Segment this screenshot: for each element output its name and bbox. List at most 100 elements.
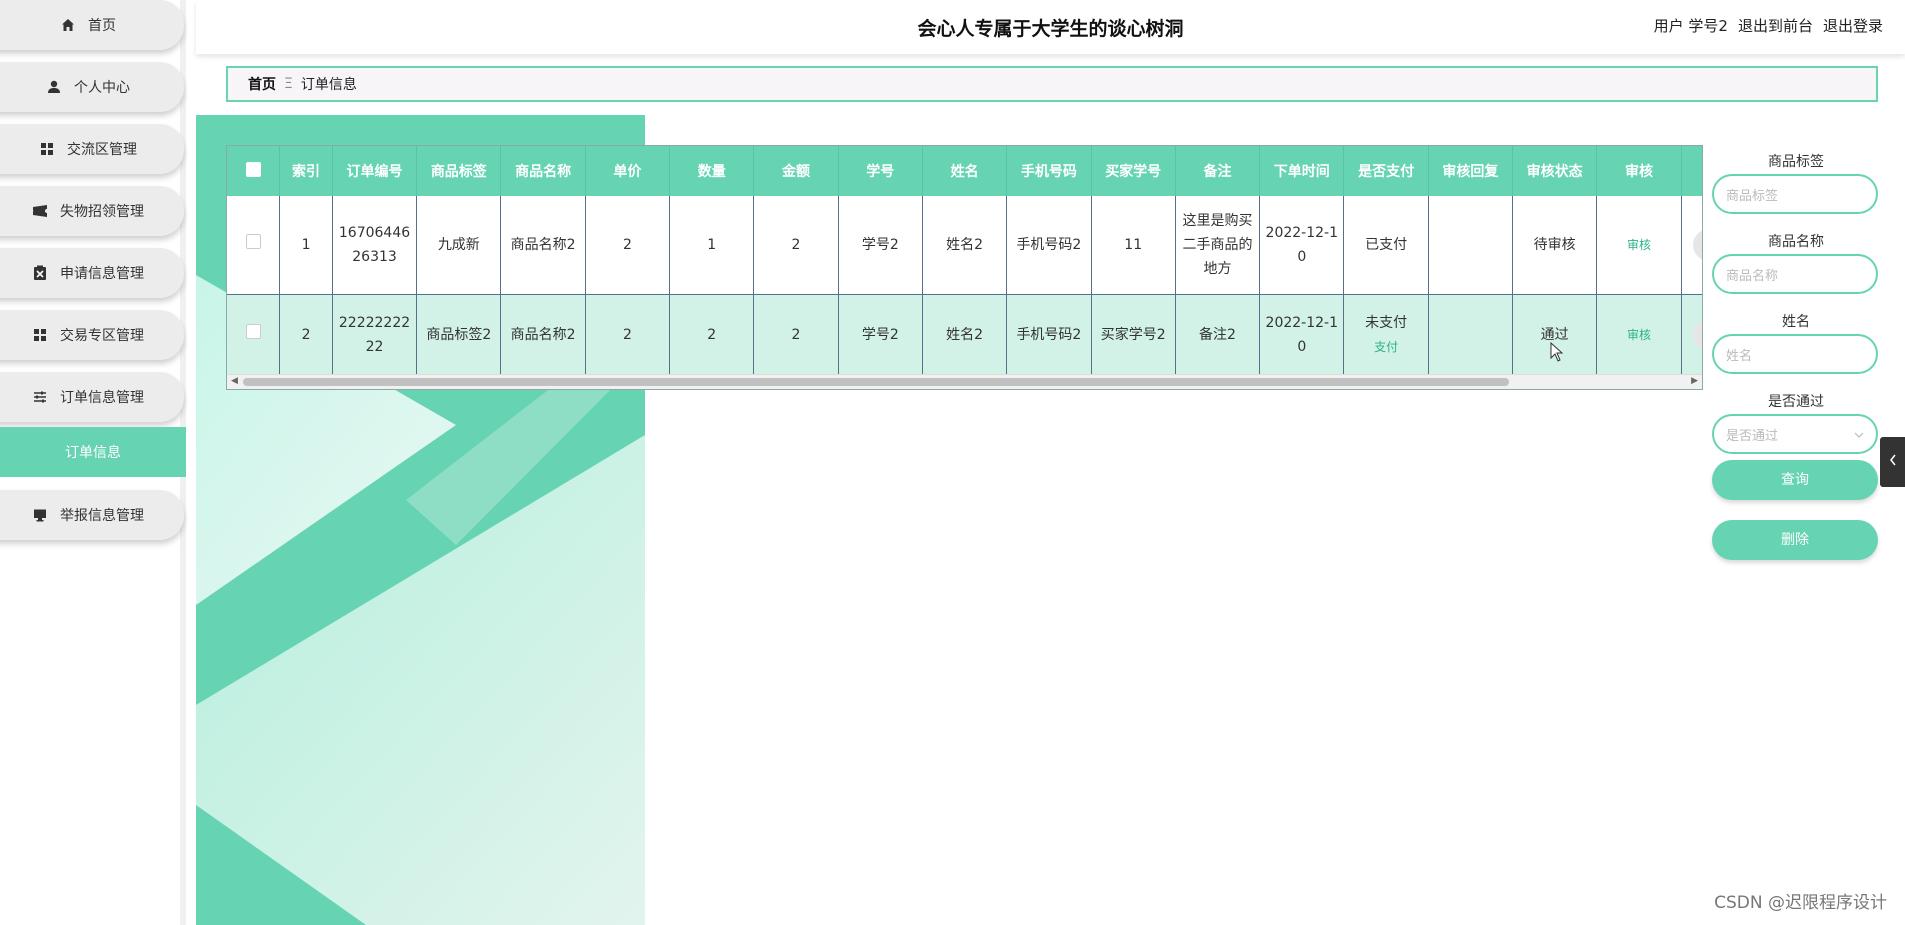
sidebar-item-order-manage[interactable]: 订单信息管理 [0, 372, 184, 422]
cell-actions: 详情 [1681, 196, 1702, 295]
sidebar-item-forum[interactable]: 交流区管理 [0, 124, 184, 174]
cell-qty: 1 [669, 196, 755, 295]
column-header: 备注 [1175, 146, 1261, 196]
sidebar-item-label: 申请信息管理 [60, 266, 144, 282]
cell-student-no: 学号2 [838, 196, 923, 295]
breadcrumb: 首页 Ξ 订单信息 [226, 66, 1878, 102]
column-header: 下单时间 [1259, 146, 1345, 196]
cell-index: 2 [279, 294, 333, 375]
cell-actions: 详情 [1681, 294, 1702, 375]
horizontal-scrollbar[interactable]: ◀ ▶ [227, 374, 1702, 389]
site-title: 会心人专属于大学生的谈心树洞 [917, 18, 1184, 40]
search-panel: 商品标签 商品标签 商品名称 商品名称 姓名 姓名 是否通过 是否通过 查询 删… [1712, 150, 1880, 560]
delete-button[interactable]: 删除 [1712, 520, 1878, 560]
row-select-cell[interactable] [227, 196, 281, 295]
tag-label: 商品标签 [1768, 154, 1824, 170]
sidebar-item-application[interactable]: 申请信息管理 [0, 248, 184, 298]
cell-reply [1428, 196, 1514, 295]
scrollbar-thumb[interactable] [243, 378, 1509, 386]
cell-tag: 九成新 [416, 196, 502, 295]
sidebar-item-home[interactable]: 首页 [0, 0, 184, 50]
header-links: 用户 学号2 退出到前台 退出登录 [1654, 15, 1883, 36]
detail-button[interactable]: 详情 [1693, 319, 1702, 351]
row-checkbox[interactable] [245, 324, 261, 339]
cell-name: 商品名称2 [500, 196, 586, 295]
pass-select[interactable]: 是否通过 [1712, 414, 1878, 454]
home-icon [60, 17, 76, 33]
mouse-cursor-icon [1550, 341, 1564, 366]
query-button[interactable]: 查询 [1712, 460, 1878, 500]
person-name-input[interactable]: 姓名 [1712, 334, 1878, 374]
cell-paid: 未支付 支付 [1343, 294, 1429, 375]
table-row: 1 1670644626313 九成新 商品名称2 2 1 2 学号2 姓名2 … [227, 196, 1702, 295]
sidebar-item-lost-found[interactable]: 失物招领管理 [0, 186, 184, 236]
row-checkbox[interactable] [245, 234, 261, 249]
cell-time-text: 2022-12-10 [1265, 315, 1339, 355]
order-table-container: 索引 订单编号 商品标签 商品名称 单价 数量 金额 学号 姓名 手机号码 买家… [226, 145, 1703, 390]
product-name-placeholder: 商品名称 [1726, 268, 1779, 284]
user-icon [46, 79, 62, 95]
audit-link[interactable]: 审核 [1627, 238, 1651, 252]
cell-time-text: 2022-12-10 [1265, 225, 1339, 265]
cell-tag: 商品标签2 [416, 294, 502, 375]
breadcrumb-separator: Ξ [284, 76, 293, 92]
select-all-checkbox[interactable] [245, 161, 261, 177]
grid-icon [32, 327, 48, 343]
cell-audit: 审核 [1596, 196, 1682, 295]
column-header: 商品标签 [416, 146, 502, 196]
cell-order-no: 1670644626313 [332, 196, 418, 295]
column-header: 审核状态 [1512, 146, 1598, 196]
column-header: 学号 [838, 146, 923, 196]
product-name-input[interactable]: 商品名称 [1712, 254, 1878, 294]
column-header: 金额 [753, 146, 839, 196]
grid-icon [39, 141, 55, 157]
paid-status: 未支付 [1365, 315, 1408, 331]
sidebar-item-label: 首页 [88, 18, 116, 34]
tag-input[interactable]: 商品标签 [1712, 174, 1878, 214]
cell-name: 商品名称2 [500, 294, 586, 375]
breadcrumb-home[interactable]: 首页 [248, 74, 276, 94]
cell-student-name: 姓名2 [922, 294, 1008, 375]
select-all-cell[interactable] [227, 146, 281, 196]
column-header: 商品名称 [500, 146, 586, 196]
cell-remark: 这里是购买二手商品的地方 [1175, 196, 1261, 295]
sidebar-item-trade[interactable]: 交易专区管理 [0, 310, 184, 360]
monitor-icon [32, 507, 48, 523]
tag-placeholder: 商品标签 [1726, 188, 1779, 204]
order-table: 索引 订单编号 商品标签 商品名称 单价 数量 金额 学号 姓名 手机号码 买家… [227, 146, 1702, 375]
cell-buyer-no: 11 [1091, 196, 1176, 295]
column-header: 姓名 [922, 146, 1008, 196]
cell-phone: 手机号码2 [1006, 294, 1092, 375]
paid-status: 已支付 [1365, 237, 1408, 253]
sidebar-item-label: 个人中心 [74, 80, 130, 96]
sidebar-item-label: 举报信息管理 [60, 508, 144, 524]
chevron-down-icon [1854, 427, 1864, 442]
collapse-tab[interactable] [1880, 437, 1905, 487]
pass-placeholder: 是否通过 [1726, 428, 1779, 444]
breadcrumb-current: 订单信息 [300, 77, 357, 93]
pay-link[interactable]: 支付 [1348, 335, 1423, 359]
cell-time: 2022-12-10 [1259, 294, 1345, 375]
table-row: 2 2222222222 商品标签2 商品名称2 2 2 2 学号2 姓名2 手… [227, 294, 1702, 375]
sidebar-item-order-info[interactable]: 订单信息 [0, 427, 186, 477]
row-select-cell[interactable] [227, 294, 281, 375]
scroll-left-arrow-icon[interactable]: ◀ [231, 376, 238, 386]
sidebar-item-personal[interactable]: 个人中心 [0, 62, 184, 112]
audit-link[interactable]: 审核 [1627, 328, 1651, 342]
sidebar-item-report[interactable]: 举报信息管理 [0, 490, 184, 540]
detail-button[interactable]: 详情 [1693, 229, 1702, 261]
back-to-front-link[interactable]: 退出到前台 [1738, 15, 1813, 36]
logout-link[interactable]: 退出登录 [1823, 15, 1883, 36]
sidebar-item-label: 失物招领管理 [60, 204, 144, 220]
column-header: 数量 [669, 146, 755, 196]
sidebar-item-label: 交流区管理 [67, 142, 137, 158]
person-name-label: 姓名 [1782, 314, 1810, 330]
scroll-right-arrow-icon[interactable]: ▶ [1691, 376, 1698, 386]
cell-buyer-no: 买家学号2 [1091, 294, 1176, 375]
watermark: CSDN @迟限程序设计 [1714, 893, 1887, 913]
cell-student-no: 学号2 [838, 294, 923, 375]
cell-order-no-text: 2222222222 [338, 315, 411, 355]
cell-order-no: 2222222222 [332, 294, 418, 375]
cell-time: 2022-12-10 [1259, 196, 1345, 295]
cell-reply [1428, 294, 1514, 375]
